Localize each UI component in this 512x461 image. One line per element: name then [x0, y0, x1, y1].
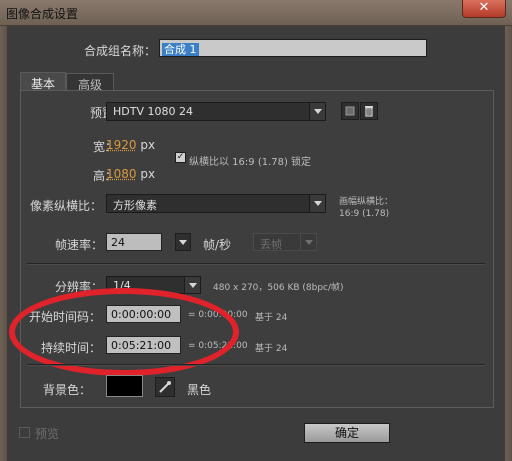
background-color-label: 背景色：	[43, 383, 92, 397]
close-button[interactable]: ✕	[462, 0, 506, 18]
delete-preset-button[interactable]	[360, 102, 378, 120]
ok-button[interactable]: 确定	[304, 423, 390, 443]
window-title: 图像合成设置	[6, 7, 79, 21]
frame-rate-label: 帧速率：	[55, 238, 104, 252]
window-frame-right	[505, 26, 512, 461]
width-value[interactable]: 1920	[106, 138, 137, 152]
height-unit: px	[140, 167, 156, 181]
pixel-aspect-dropdown[interactable]: 方形像素	[106, 194, 326, 213]
lock-ratio-label: 纵横比以 16:9 (1.78) 锁定	[189, 157, 312, 168]
comp-name-label: 合成组名称：	[84, 44, 157, 58]
pixel-aspect-label: 像素纵横比：	[30, 199, 103, 213]
dialog-content: 合成组名称： 合成 1 基本 高级 预置： HDTV 1080 24 宽： 19…	[7, 26, 505, 461]
lock-ratio-checkbox[interactable]: ✓	[175, 152, 186, 163]
background-color-name: 黑色	[187, 383, 212, 397]
tab-advanced[interactable]: 高级	[66, 73, 114, 92]
drop-frame-dropdown[interactable]: 丢帧	[253, 233, 317, 251]
preset-dropdown[interactable]: HDTV 1080 24	[106, 102, 326, 121]
duration-base: 基于 24	[255, 344, 288, 354]
window-frame-left	[0, 26, 7, 461]
frame-aspect-value: 16:9 (1.78)	[339, 209, 390, 219]
frame-rate-input[interactable]: 24	[106, 233, 162, 251]
separator	[27, 364, 485, 366]
width-field[interactable]: 1920 px	[106, 138, 155, 152]
annotation-ellipse	[9, 288, 239, 376]
frame-rate-unit: 帧/秒	[203, 238, 232, 252]
tab-basic[interactable]: 基本	[20, 72, 66, 91]
height-field[interactable]: 1080 px	[106, 167, 155, 181]
eyedropper-button[interactable]	[155, 377, 175, 397]
pixel-aspect-value: 方形像素	[113, 199, 157, 212]
eyedropper-icon	[159, 381, 171, 393]
resolution-info: 480 x 270，506 KB (8bpc/帧)	[213, 283, 344, 293]
separator	[27, 263, 485, 265]
trash-icon	[365, 106, 373, 117]
height-value[interactable]: 1080	[106, 167, 137, 181]
comp-name-input[interactable]: 合成 1	[159, 39, 427, 57]
chevron-down-icon	[309, 103, 325, 120]
chevron-down-icon	[179, 239, 187, 245]
title-bar: 图像合成设置 ✕	[0, 0, 512, 26]
background-color-swatch[interactable]	[106, 375, 143, 397]
frame-aspect-label: 画幅纵横比：	[339, 197, 394, 207]
chevron-down-icon	[309, 195, 325, 212]
width-unit: px	[140, 138, 156, 152]
chevron-down-icon	[300, 234, 316, 250]
frame-rate-dropdown-button[interactable]	[175, 233, 191, 251]
chevron-down-icon	[184, 277, 200, 293]
preview-checkbox[interactable]	[19, 427, 30, 438]
save-preset-icon	[345, 106, 355, 116]
preview-label: 预览	[35, 427, 60, 441]
save-preset-button[interactable]	[341, 102, 359, 120]
start-timecode-base: 基于 24	[255, 313, 288, 323]
drop-frame-value: 丢帧	[260, 238, 282, 251]
comp-name-value: 合成 1	[162, 43, 199, 56]
preset-value: HDTV 1080 24	[113, 105, 193, 118]
